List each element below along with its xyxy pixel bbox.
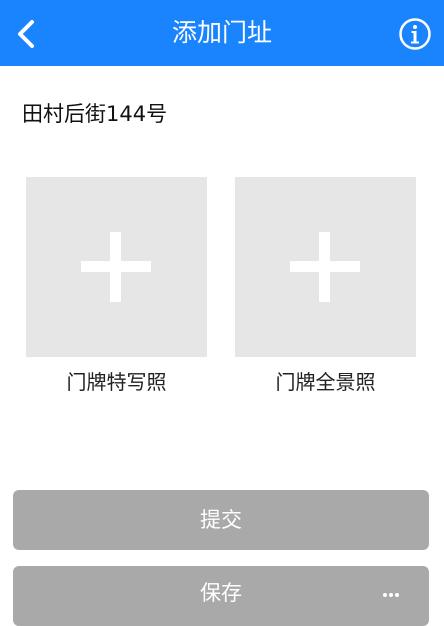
more-dots-icon (383, 593, 399, 597)
panorama-photo-label: 门牌全景照 (275, 370, 376, 394)
address-text: 田村后街144号 (22, 102, 168, 126)
closeup-photo-upload[interactable] (26, 177, 207, 357)
info-icon (399, 18, 431, 50)
submit-button[interactable]: 提交 (13, 490, 429, 550)
info-button[interactable] (398, 17, 432, 51)
panorama-photo-upload[interactable] (235, 177, 416, 357)
save-button[interactable]: 保存 (13, 566, 429, 626)
closeup-photo-label: 门牌特写照 (66, 370, 167, 394)
header-bar: 添加门址 (0, 0, 444, 66)
page-title: 添加门址 (171, 18, 272, 47)
